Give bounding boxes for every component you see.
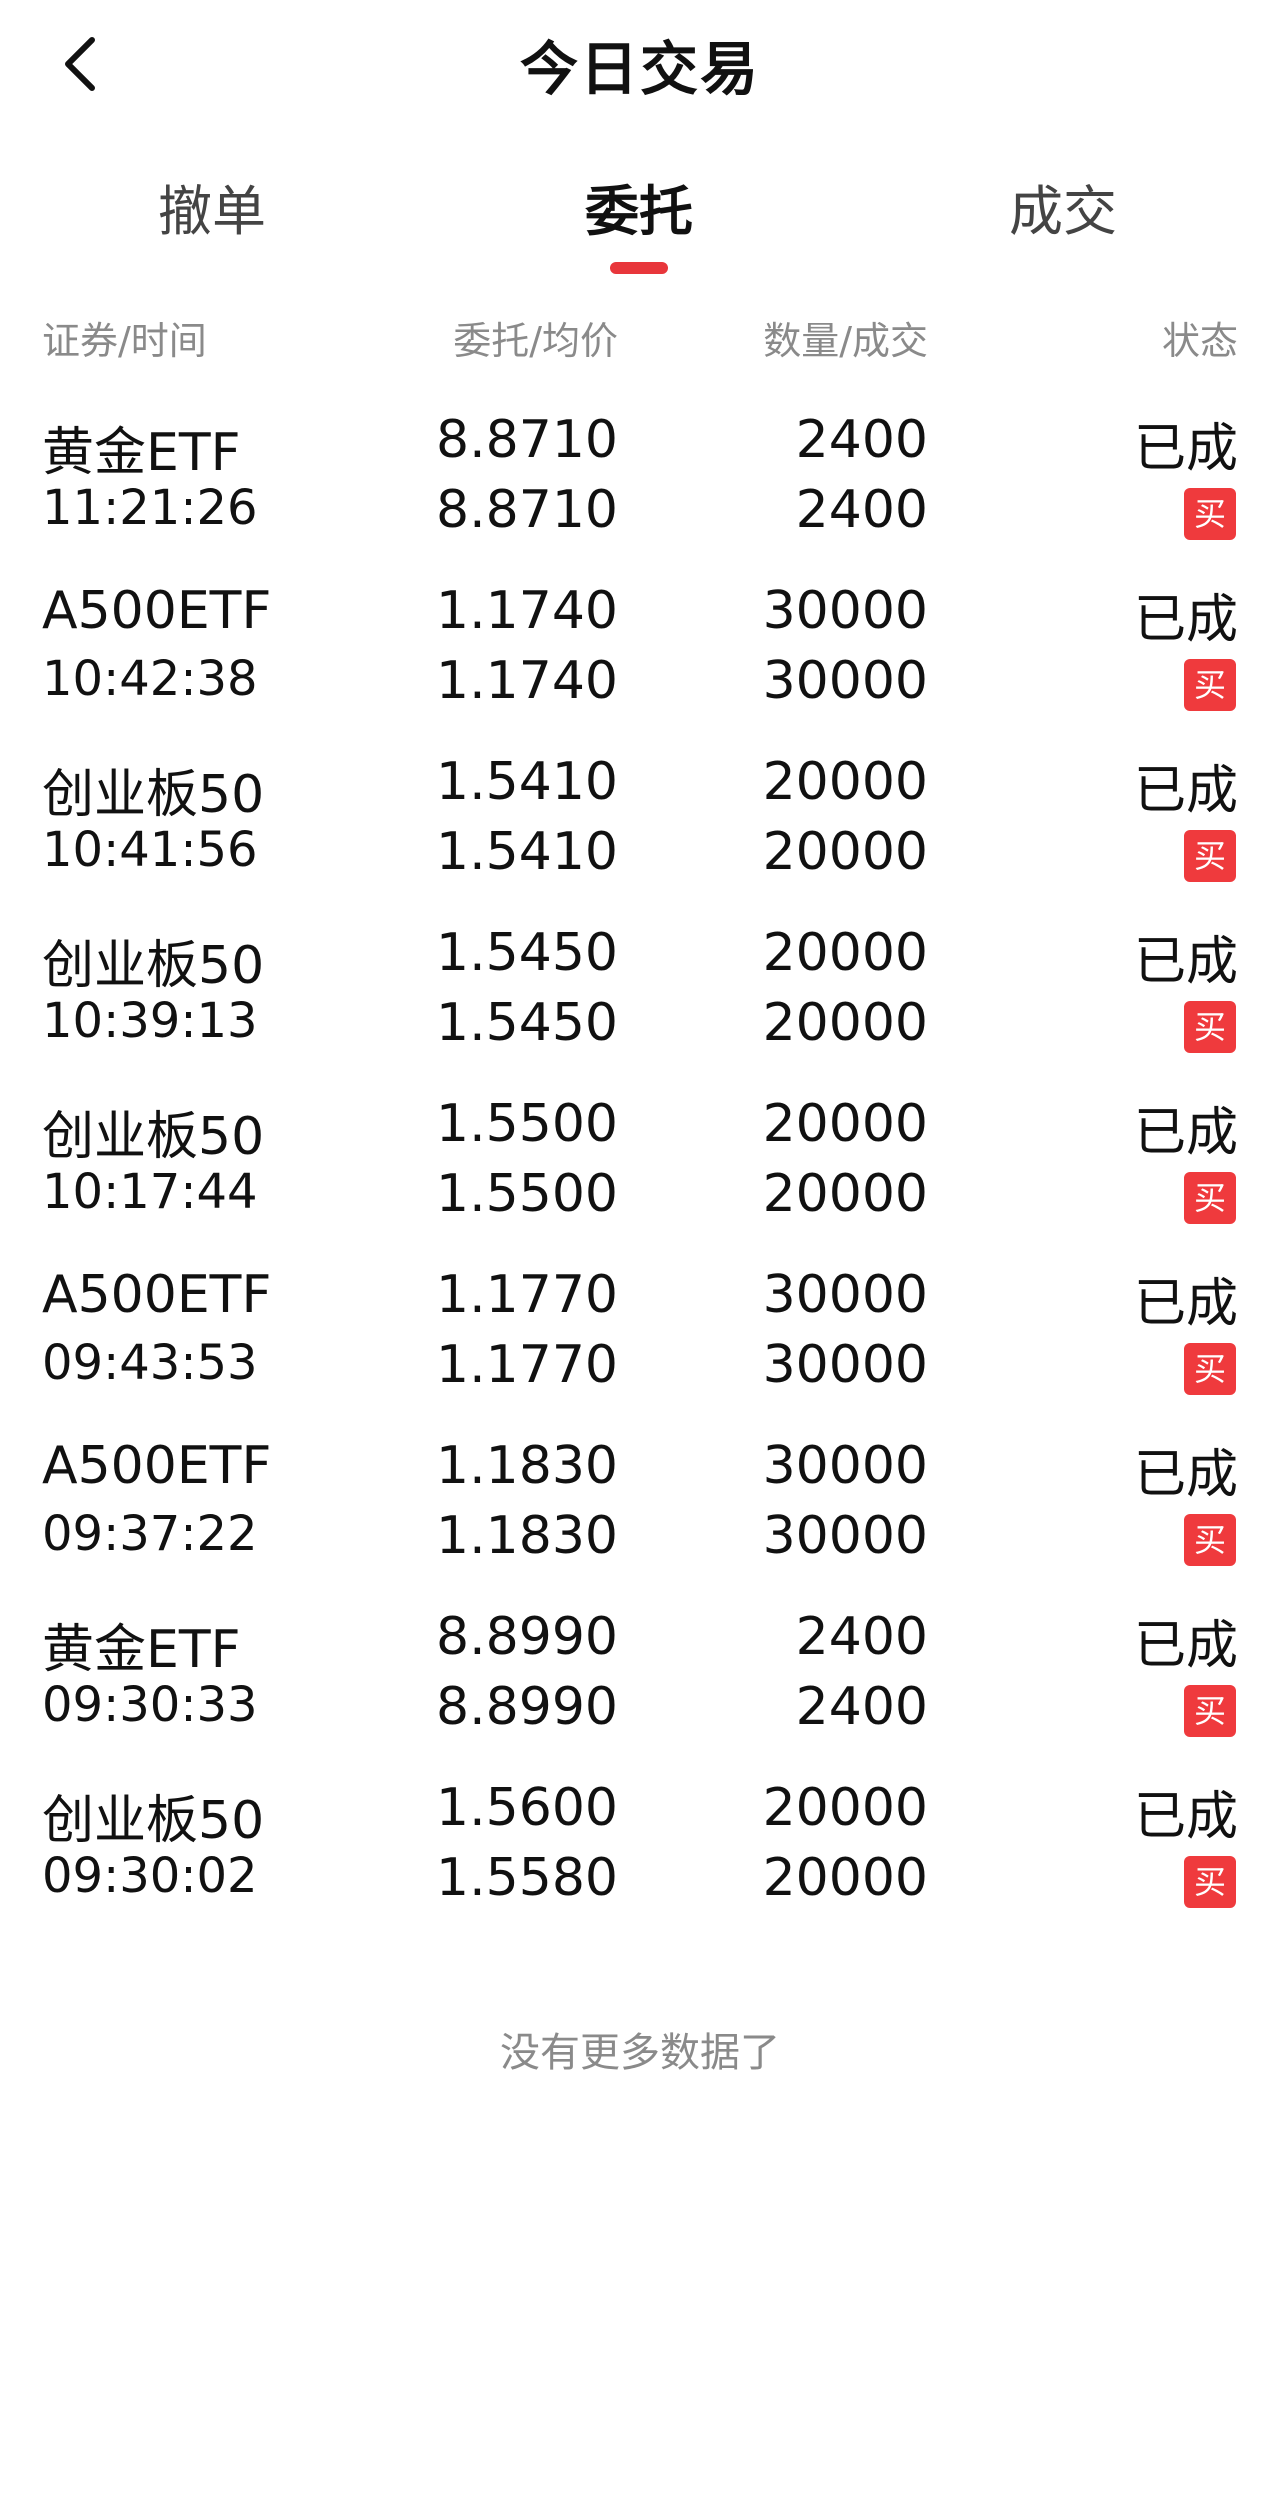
- order-time: 09:30:33: [42, 1677, 258, 1733]
- buy-badge: 买: [1184, 488, 1236, 540]
- order-status: 已成: [1133, 1787, 1238, 1847]
- column-header-status: 状态: [1161, 319, 1238, 363]
- security-name: 创业板50: [42, 936, 265, 996]
- filled-quantity: 30000: [762, 1506, 928, 1566]
- tab-orders[interactable]: 委托: [489, 160, 789, 270]
- order-time: 10:17:44: [42, 1164, 258, 1220]
- tab-cancel-order[interactable]: 撤单: [62, 160, 362, 270]
- order-status: 已成: [1133, 932, 1238, 992]
- order-price: 1.5500: [436, 1094, 618, 1154]
- order-quantity: 20000: [762, 1094, 928, 1154]
- order-time: 10:41:56: [42, 822, 258, 878]
- filled-quantity: 20000: [762, 1164, 928, 1224]
- table-row[interactable]: 创业板50 10:39:13 1.5450 1.5450 20000 20000…: [0, 913, 1280, 1084]
- order-time: 09:43:53: [42, 1335, 258, 1391]
- filled-quantity: 20000: [762, 822, 928, 882]
- order-price: 1.5410: [436, 752, 618, 812]
- order-price: 1.5450: [436, 923, 618, 983]
- order-price: 1.1830: [436, 1436, 618, 1496]
- table-row[interactable]: A500ETF 09:37:22 1.1830 1.1830 30000 300…: [0, 1426, 1280, 1597]
- order-time: 11:21:26: [42, 480, 258, 536]
- security-name: 创业板50: [42, 765, 265, 825]
- security-name: A500ETF: [42, 1436, 272, 1496]
- header-bar: 今日交易: [0, 0, 1280, 130]
- filled-quantity: 20000: [762, 993, 928, 1053]
- filled-quantity: 30000: [762, 1335, 928, 1395]
- security-name: A500ETF: [42, 1265, 272, 1325]
- column-header-security-time: 证券/时间: [42, 319, 207, 363]
- filled-quantity: 30000: [762, 651, 928, 711]
- average-price: 1.5580: [436, 1848, 618, 1908]
- average-price: 1.1830: [436, 1506, 618, 1566]
- security-name: A500ETF: [42, 581, 272, 641]
- average-price: 1.5500: [436, 1164, 618, 1224]
- table-row[interactable]: A500ETF 09:43:53 1.1770 1.1770 30000 300…: [0, 1255, 1280, 1426]
- order-quantity: 20000: [762, 752, 928, 812]
- table-header: 证券/时间 委托/均价 数量/成交 状态: [0, 310, 1280, 370]
- table-row[interactable]: 黄金ETF 11:21:26 8.8710 8.8710 2400 2400 已…: [0, 400, 1280, 571]
- order-quantity: 2400: [795, 410, 928, 470]
- order-quantity: 20000: [762, 1778, 928, 1838]
- security-name: 黄金ETF: [42, 423, 241, 483]
- average-price: 1.5450: [436, 993, 618, 1053]
- buy-badge: 买: [1184, 830, 1236, 882]
- order-quantity: 2400: [795, 1607, 928, 1667]
- order-time: 10:39:13: [42, 993, 258, 1049]
- no-more-data-note: 没有更多数据了: [500, 2030, 780, 2076]
- active-tab-indicator: [610, 262, 668, 274]
- column-header-quantity: 数量/成交: [763, 319, 928, 363]
- average-price: 8.8710: [436, 480, 618, 540]
- buy-badge: 买: [1184, 1856, 1236, 1908]
- buy-badge: 买: [1184, 1514, 1236, 1566]
- order-time: 10:42:38: [42, 651, 258, 707]
- table-row[interactable]: 黄金ETF 09:30:33 8.8990 8.8990 2400 2400 已…: [0, 1597, 1280, 1768]
- order-status: 已成: [1133, 1616, 1238, 1676]
- buy-badge: 买: [1184, 659, 1236, 711]
- buy-badge: 买: [1184, 1343, 1236, 1395]
- column-header-price: 委托/均价: [453, 319, 618, 363]
- order-status: 已成: [1133, 1274, 1238, 1334]
- order-quantity: 30000: [762, 1436, 928, 1496]
- average-price: 1.1740: [436, 651, 618, 711]
- order-status: 已成: [1133, 761, 1238, 821]
- order-quantity: 30000: [762, 581, 928, 641]
- table-row[interactable]: 创业板50 09:30:02 1.5600 1.5580 20000 20000…: [0, 1768, 1280, 1939]
- buy-badge: 买: [1184, 1685, 1236, 1737]
- buy-badge: 买: [1184, 1001, 1236, 1053]
- order-price: 8.8990: [436, 1607, 618, 1667]
- order-price: 1.1770: [436, 1265, 618, 1325]
- order-quantity: 30000: [762, 1265, 928, 1325]
- security-name: 创业板50: [42, 1791, 265, 1851]
- order-status: 已成: [1133, 1103, 1238, 1163]
- order-time: 09:37:22: [42, 1506, 258, 1562]
- order-list: 黄金ETF 11:21:26 8.8710 8.8710 2400 2400 已…: [0, 400, 1280, 1939]
- order-status: 已成: [1133, 419, 1238, 479]
- order-price: 8.8710: [436, 410, 618, 470]
- order-quantity: 20000: [762, 923, 928, 983]
- order-status: 已成: [1133, 590, 1238, 650]
- average-price: 1.5410: [436, 822, 618, 882]
- filled-quantity: 2400: [795, 1677, 928, 1737]
- order-time: 09:30:02: [42, 1848, 258, 1904]
- filled-quantity: 2400: [795, 480, 928, 540]
- filled-quantity: 20000: [762, 1848, 928, 1908]
- page-title: 今日交易: [519, 35, 760, 103]
- order-price: 1.1740: [436, 581, 618, 641]
- security-name: 创业板50: [42, 1107, 265, 1167]
- table-row[interactable]: A500ETF 10:42:38 1.1740 1.1740 30000 300…: [0, 571, 1280, 742]
- average-price: 8.8990: [436, 1677, 618, 1737]
- order-status: 已成: [1133, 1445, 1238, 1505]
- table-row[interactable]: 创业板50 10:41:56 1.5410 1.5410 20000 20000…: [0, 742, 1280, 913]
- tab-deals[interactable]: 成交: [913, 160, 1213, 270]
- order-price: 1.5600: [436, 1778, 618, 1838]
- security-name: 黄金ETF: [42, 1620, 241, 1680]
- average-price: 1.1770: [436, 1335, 618, 1395]
- table-row[interactable]: 创业板50 10:17:44 1.5500 1.5500 20000 20000…: [0, 1084, 1280, 1255]
- buy-badge: 买: [1184, 1172, 1236, 1224]
